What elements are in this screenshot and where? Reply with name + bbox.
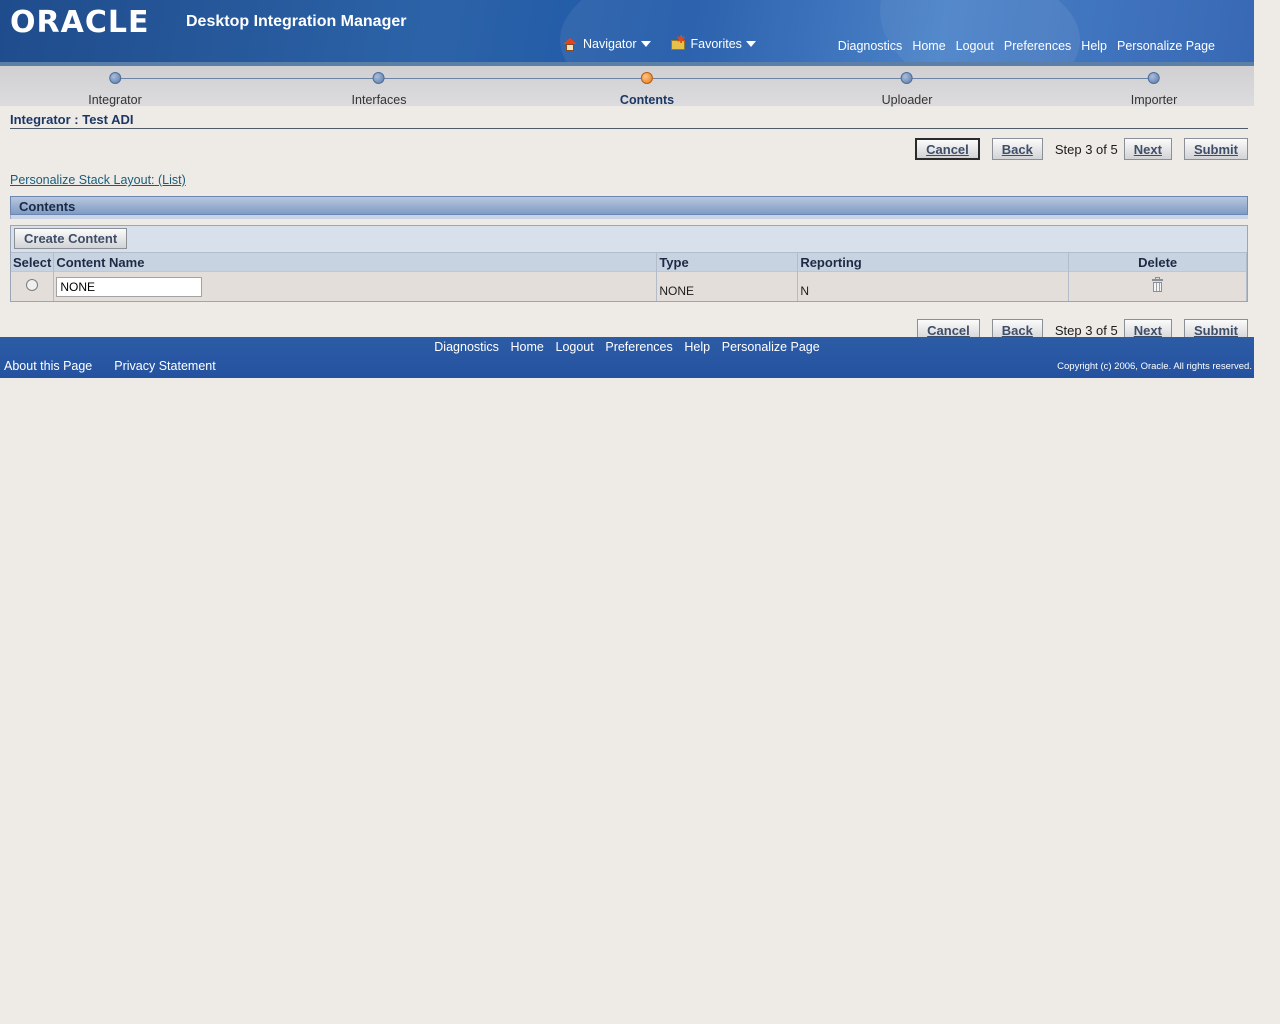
step-dot-icon <box>108 72 121 84</box>
header-link-home[interactable]: Home <box>912 39 945 53</box>
footer-link-logout[interactable]: Logout <box>556 340 594 354</box>
col-reporting: Reporting <box>797 252 1070 272</box>
col-select: Select <box>11 252 55 272</box>
train-step-label: Contents <box>619 93 675 107</box>
row-select-radio[interactable] <box>26 279 39 291</box>
col-delete: Delete <box>1068 252 1247 272</box>
train-step-label: Interfaces <box>351 93 407 107</box>
oracle-logo: ORACLE <box>10 5 150 40</box>
favorites-label: Favorites <box>690 37 742 51</box>
step-indicator-top: Step 3 of 5 <box>1054 141 1118 157</box>
app-title: Desktop Integration Manager <box>186 13 407 30</box>
home-icon <box>563 37 577 51</box>
main-content: Integrator : Test ADI Cancel Back Step 3… <box>0 112 1254 342</box>
caret-down-icon <box>745 41 756 47</box>
submit-button-top[interactable]: Submit <box>1183 138 1248 160</box>
header-link-personalize-page[interactable]: Personalize Page <box>1117 39 1215 53</box>
top-button-bar: Cancel Back Step 3 of 5 Next Submit <box>10 137 1248 161</box>
privacy-statement-link[interactable]: Privacy Statement <box>114 359 215 373</box>
select-cell <box>11 271 55 301</box>
footer-link-diagnostics[interactable]: Diagnostics <box>434 340 499 354</box>
table-toolbar: Create Content <box>11 226 1247 252</box>
favorites-folder-icon: ✱ <box>670 34 686 51</box>
train-step-contents: Contents <box>620 72 674 107</box>
train-step-uploader[interactable]: Uploader <box>881 72 933 107</box>
train-step-interfaces[interactable]: Interfaces <box>351 72 407 107</box>
contents-section-header: Contents <box>10 196 1248 215</box>
footer-link-personalize-page[interactable]: Personalize Page <box>722 340 820 354</box>
col-content-name: Content Name <box>53 252 658 272</box>
reporting-cell: N <box>797 271 1070 301</box>
header-link-preferences[interactable]: Preferences <box>1004 39 1071 53</box>
header-menus: Navigator ✱ Favorites <box>563 34 756 51</box>
footer-link-help[interactable]: Help <box>684 340 710 354</box>
step-indicator-bottom: Step 3 of 5 <box>1054 322 1118 338</box>
contents-table: Create Content Select Content Name Type … <box>10 225 1248 302</box>
table-row: NONE N <box>11 271 1247 301</box>
table-header-row: Select Content Name Type Reporting Delet… <box>11 252 1247 272</box>
copyright-text: Copyright (c) 2006, Oracle. All rights r… <box>1057 361 1252 372</box>
content-name-cell <box>53 271 658 301</box>
step-dot-icon <box>1147 72 1160 84</box>
personalize-stack-layout-link[interactable]: Personalize Stack Layout: (List) <box>10 173 1248 187</box>
delete-cell <box>1068 271 1247 301</box>
header-link-logout[interactable]: Logout <box>956 39 994 53</box>
back-button-top[interactable]: Back <box>991 138 1043 160</box>
step-dot-icon <box>900 72 913 84</box>
current-step-dot-icon <box>640 72 653 84</box>
train-step-integrator[interactable]: Integrator <box>88 72 142 107</box>
header-link-diagnostics[interactable]: Diagnostics <box>838 39 903 53</box>
step-dot-icon <box>372 72 385 84</box>
header-link-help[interactable]: Help <box>1081 39 1107 53</box>
navigator-label: Navigator <box>583 37 637 51</box>
process-train: Integrator Interfaces Contents Uploader … <box>0 66 1254 107</box>
about-this-page-link[interactable]: About this Page <box>4 359 92 373</box>
page: ORACLE Desktop Integration Manager Navig… <box>0 0 1254 378</box>
caret-down-icon <box>640 41 651 47</box>
footer-link-home[interactable]: Home <box>511 340 544 354</box>
train-step-label: Integrator <box>88 93 142 107</box>
favorites-menu[interactable]: ✱ Favorites <box>670 34 756 51</box>
create-content-button[interactable]: Create Content <box>14 228 128 249</box>
content-name-input[interactable] <box>56 276 203 297</box>
train-step-label: Importer <box>1130 93 1178 107</box>
footer-links: Diagnostics Home Logout Preferences Help… <box>0 339 1254 354</box>
footer-link-preferences[interactable]: Preferences <box>605 340 672 354</box>
trash-icon[interactable] <box>1152 277 1164 292</box>
cancel-button-top[interactable]: Cancel <box>915 138 980 160</box>
global-links: Diagnostics Home Logout Preferences Help… <box>838 39 1215 53</box>
global-header: ORACLE Desktop Integration Manager Navig… <box>0 0 1254 62</box>
train-step-importer[interactable]: Importer <box>1130 72 1178 107</box>
page-title: Integrator : Test ADI <box>10 112 1248 129</box>
next-button-top[interactable]: Next <box>1123 138 1172 160</box>
col-type: Type <box>656 252 799 272</box>
navigator-menu[interactable]: Navigator <box>563 37 651 51</box>
type-cell: NONE <box>656 271 799 301</box>
train-step-label: Uploader <box>881 93 933 107</box>
global-footer: Diagnostics Home Logout Preferences Help… <box>0 337 1254 378</box>
